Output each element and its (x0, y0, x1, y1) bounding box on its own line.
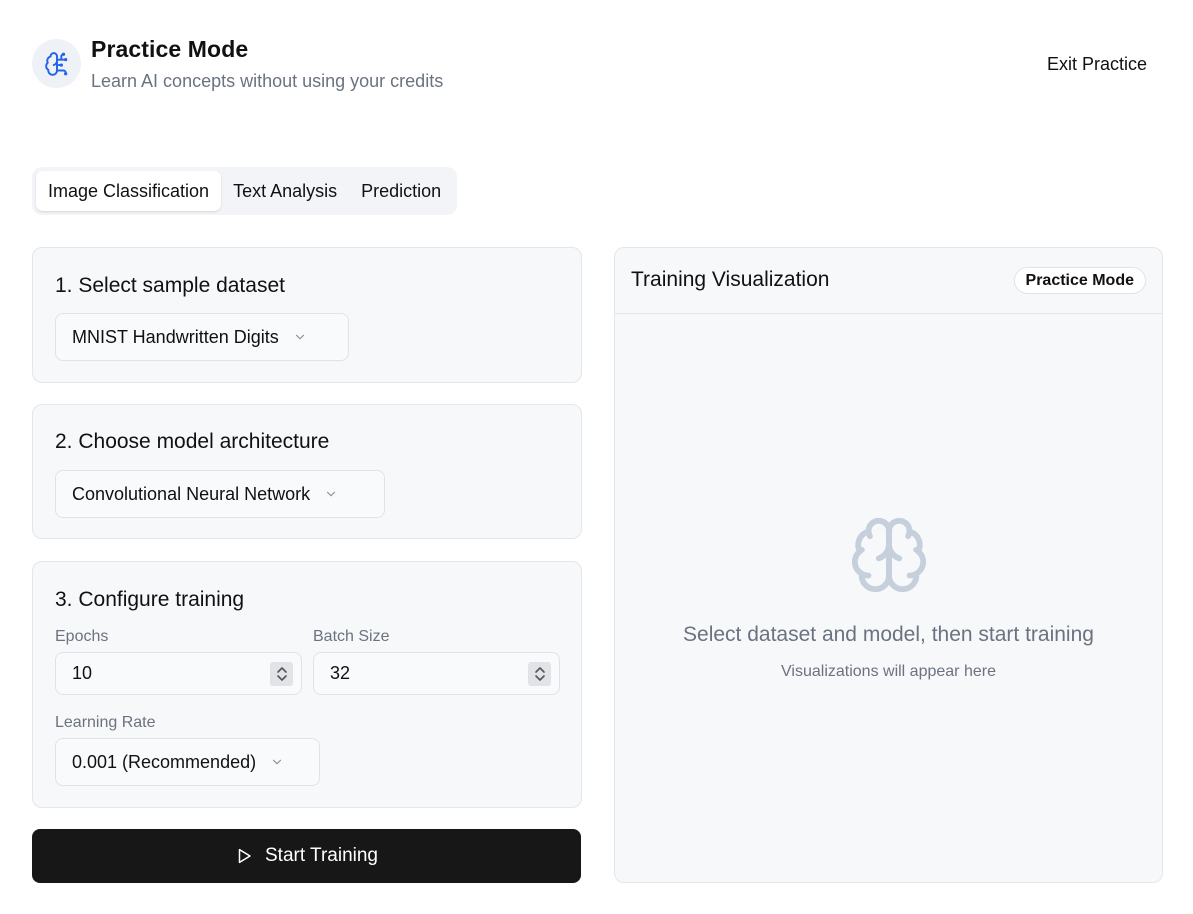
chevron-down-icon (293, 330, 307, 344)
batch-size-label: Batch Size (313, 628, 390, 645)
mode-tabs: Image Classification Text Analysis Predi… (32, 167, 458, 215)
page-title: Practice Mode (91, 36, 249, 62)
model-select[interactable]: Convolutional Neural Network (55, 470, 385, 518)
dataset-select-value: MNIST Handwritten Digits (72, 326, 279, 347)
learning-rate-select[interactable]: 0.001 (Recommended) (55, 738, 320, 786)
chevron-down-icon (270, 755, 284, 769)
epochs-value: 10 (72, 663, 93, 683)
tab-prediction[interactable]: Prediction (349, 171, 453, 211)
batch-size-input[interactable]: 32 (313, 652, 560, 695)
brain-icon (848, 514, 930, 601)
page-subtitle: Learn AI concepts without using your cre… (91, 71, 444, 91)
visualization-title: Training Visualization (631, 268, 830, 291)
start-training-label: Start Training (265, 845, 378, 866)
learning-rate-label: Learning Rate (55, 714, 156, 731)
start-training-button[interactable]: Start Training (32, 829, 581, 883)
visualization-header: Training Visualization Practice Mode (615, 248, 1162, 314)
model-card-title: 2. Choose model architecture (55, 430, 330, 453)
tab-text-analysis[interactable]: Text Analysis (221, 171, 349, 211)
epochs-stepper[interactable] (270, 661, 293, 686)
chevron-down-icon (324, 487, 338, 501)
practice-mode-badge: Practice Mode (1013, 267, 1146, 294)
batch-size-value: 32 (330, 663, 351, 683)
tab-image-classification[interactable]: Image Classification (36, 171, 222, 211)
dataset-card-title: 1. Select sample dataset (55, 274, 285, 297)
play-icon (235, 846, 253, 866)
batch-size-stepper[interactable] (528, 661, 551, 686)
practice-mode-page: Practice Mode Learn AI concepts without … (0, 0, 1193, 914)
learning-rate-value: 0.001 (Recommended) (72, 751, 257, 772)
model-card: 2. Choose model architecture Convolution… (32, 404, 582, 539)
brain-circuit-icon (32, 39, 81, 88)
exit-practice-button[interactable]: Exit Practice (1031, 50, 1163, 78)
epochs-label: Epochs (55, 628, 109, 645)
dataset-select[interactable]: MNIST Handwritten Digits (55, 313, 349, 361)
training-card-title: 3. Configure training (55, 588, 245, 611)
training-card: 3. Configure training Epochs 10 Batch Si… (32, 561, 582, 808)
training-visualization-panel: Training Visualization Practice Mode Sel… (614, 247, 1163, 883)
dataset-card: 1. Select sample dataset MNIST Handwritt… (32, 247, 582, 383)
empty-state-title: Select dataset and model, then start tra… (683, 623, 1094, 646)
model-select-value: Convolutional Neural Network (72, 483, 311, 504)
epochs-input[interactable]: 10 (55, 652, 302, 695)
empty-state-subtitle: Visualizations will appear here (781, 663, 996, 680)
